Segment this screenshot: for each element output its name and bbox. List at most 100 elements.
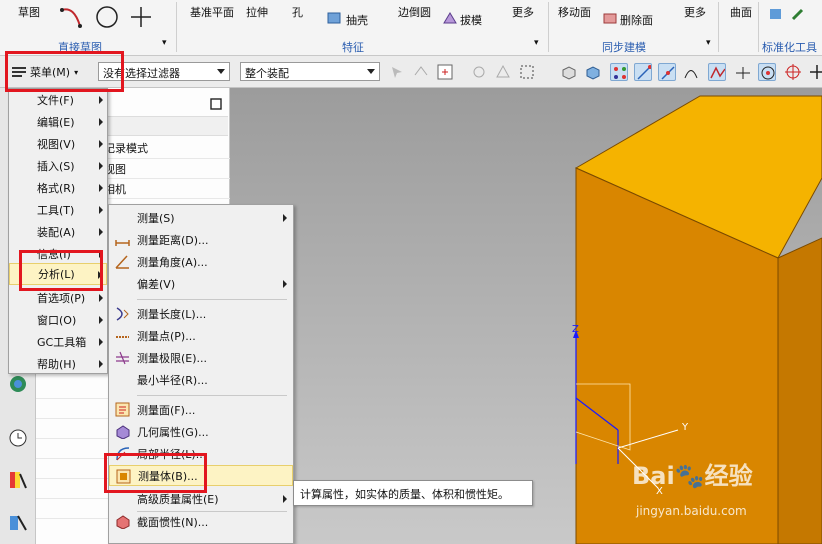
shell-button[interactable]: 抽壳 xyxy=(346,12,368,28)
circle-icon[interactable] xyxy=(94,4,120,30)
divider xyxy=(718,2,719,52)
web-browser-icon[interactable] xyxy=(8,374,28,394)
menu-item-label: 格式(R) xyxy=(37,182,76,195)
menu-item-label: 装配(A) xyxy=(37,226,76,239)
solid-body-icon[interactable] xyxy=(560,63,578,81)
submenu-item-measure-length[interactable]: 测量长度(L)... xyxy=(109,303,293,324)
measure-body-icon xyxy=(116,469,131,484)
local-radius-icon xyxy=(116,447,130,461)
submenu-item-local-radius[interactable]: 局部半径(L)... xyxy=(109,443,293,464)
menu-item-edit[interactable]: 编辑(E) xyxy=(9,111,107,133)
cube-filter-icon[interactable] xyxy=(584,63,602,81)
more-sync-button[interactable]: 更多 xyxy=(684,4,706,20)
submenu-item-measure[interactable]: 测量(S) xyxy=(109,207,293,228)
menu-item-insert[interactable]: 插入(S) xyxy=(9,155,107,177)
chevron-down-icon[interactable]: ▾ xyxy=(162,38,167,48)
submenu-item-label: 测量(S) xyxy=(137,211,175,225)
surface-button[interactable]: 曲面 xyxy=(730,4,752,20)
menu-item-view[interactable]: 视图(V) xyxy=(9,133,107,155)
submenu-item-measure-face[interactable]: 测量面(F)... xyxy=(109,399,293,420)
menu-item-label: 工具(T) xyxy=(37,204,75,217)
hole-button[interactable]: 孔 xyxy=(292,4,303,20)
submenu-item-geometry-properties[interactable]: 几何属性(G)... xyxy=(109,421,293,442)
arc-center-icon[interactable] xyxy=(758,63,776,81)
wrench-icon[interactable] xyxy=(790,6,806,22)
delete-face-button[interactable]: 删除面 xyxy=(620,12,653,28)
menu-item-label: GC工具箱 xyxy=(37,336,87,349)
menu-item-analysis[interactable]: 分析(L) xyxy=(9,263,107,285)
menu-item-tools[interactable]: 工具(T) xyxy=(9,199,107,221)
menu-item-format[interactable]: 格式(R) xyxy=(9,177,107,199)
point-snap-icon[interactable] xyxy=(610,63,628,81)
submenu-item-measure-point[interactable]: 测量点(P)... xyxy=(109,325,293,346)
submenu-item-measure-body[interactable]: 测量体(B)... xyxy=(109,465,293,486)
menu-item-label: 视图(V) xyxy=(37,138,76,151)
submenu-item-label: 测量角度(A)... xyxy=(137,255,208,269)
menu-button[interactable]: 菜单(M) ▾ xyxy=(8,62,112,82)
submenu-item-advanced-mass[interactable]: 高级质量属性(E) xyxy=(109,488,293,509)
face-select-icon[interactable] xyxy=(494,63,512,81)
submenu-arrow-icon xyxy=(99,140,103,148)
tangent-icon[interactable] xyxy=(734,63,752,81)
submenu-item-label: 测量极限(E)... xyxy=(137,351,208,365)
select-icon[interactable] xyxy=(388,63,406,81)
move-face-button[interactable]: 移动面 xyxy=(558,4,591,20)
datum-plane-button[interactable]: 基准平面 xyxy=(190,4,234,20)
submenu-item-deviation[interactable]: 偏差(V) xyxy=(109,273,293,294)
edge-blend-button[interactable]: 边倒圆 xyxy=(398,4,431,20)
menu-item-preferences[interactable]: 首选项(P) xyxy=(9,287,107,309)
submenu-item-measure-distance[interactable]: 测量距离(D)... xyxy=(109,229,293,250)
divider xyxy=(176,2,177,52)
rectangle-select-icon[interactable] xyxy=(518,63,536,81)
submenu-item-label: 测量距离(D)... xyxy=(137,233,209,247)
chevron-down-icon[interactable]: ▾ xyxy=(706,38,711,48)
selection-toolbar: 菜单(M) ▾ 没有选择过滤器 整个装配 xyxy=(0,56,822,88)
end-point-icon[interactable] xyxy=(634,63,652,81)
maximize-icon[interactable] xyxy=(210,98,222,110)
menu-item-gc-toolbox[interactable]: GC工具箱 xyxy=(9,331,107,353)
nav-row-record-mode[interactable]: 记录模式 xyxy=(104,140,148,156)
process-studio-icon[interactable] xyxy=(8,512,28,532)
system-materials-icon[interactable] xyxy=(8,470,28,490)
submenu-item-section-inertia[interactable]: 截面惯性(N)... xyxy=(109,511,293,532)
history-clock-icon[interactable] xyxy=(8,428,28,448)
menu-button-label: 菜单(M) xyxy=(30,66,71,79)
mid-point-icon[interactable] xyxy=(658,63,676,81)
standard-tool-icon[interactable] xyxy=(768,6,784,22)
submenu-item-label: 偏差(V) xyxy=(137,277,176,291)
more-features-button[interactable]: 更多 xyxy=(512,4,534,20)
intersection-point-icon[interactable] xyxy=(708,63,726,81)
extrude-button[interactable]: 拉伸 xyxy=(246,4,268,20)
quadrant-point-icon[interactable] xyxy=(784,63,802,81)
z-axis-label: Z xyxy=(572,324,579,335)
submenu-item-label: 截面惯性(N)... xyxy=(137,515,209,529)
selection-filter-dropdown[interactable]: 没有选择过滤器 xyxy=(98,62,230,81)
menu-item-info[interactable]: 信息(I) xyxy=(9,243,107,265)
submenu-item-measure-limit[interactable]: 测量极限(E)... xyxy=(109,347,293,368)
existing-point-icon[interactable] xyxy=(808,63,822,81)
assembly-scope-value: 整个装配 xyxy=(245,67,289,80)
submenu-item-min-radius[interactable]: 最小半径(R)... xyxy=(109,369,293,390)
assembly-scope-dropdown[interactable]: 整个装配 xyxy=(240,62,380,81)
menu-item-file[interactable]: 文件(F) xyxy=(9,89,107,111)
chevron-down-icon[interactable]: ▾ xyxy=(534,38,539,48)
watermark-url: jingyan.baidu.com xyxy=(636,504,747,518)
control-point-icon[interactable] xyxy=(682,63,700,81)
draft-button[interactable]: 拔模 xyxy=(460,12,482,28)
submenu-item-label: 局部半径(L)... xyxy=(137,447,207,461)
submenu-arrow-icon xyxy=(99,294,103,302)
menu-item-assembly[interactable]: 装配(A) xyxy=(9,221,107,243)
menu-item-help[interactable]: 帮助(H) xyxy=(9,353,107,375)
menu-item-window[interactable]: 窗口(O) xyxy=(9,309,107,331)
point-plus-icon[interactable] xyxy=(128,4,154,30)
arc-icon[interactable] xyxy=(58,4,88,32)
submenu-item-measure-angle[interactable]: 测量角度(A)... xyxy=(109,251,293,272)
divider xyxy=(548,2,549,52)
menu-item-label: 插入(S) xyxy=(37,160,75,173)
snap-icon[interactable] xyxy=(412,63,430,81)
sketch-button[interactable]: 草图 xyxy=(18,4,40,20)
box-select-icon[interactable] xyxy=(436,63,454,81)
feature-select-icon[interactable] xyxy=(470,63,488,81)
y-axis-label: Y xyxy=(682,422,689,433)
chevron-down-icon: ▾ xyxy=(74,67,79,77)
